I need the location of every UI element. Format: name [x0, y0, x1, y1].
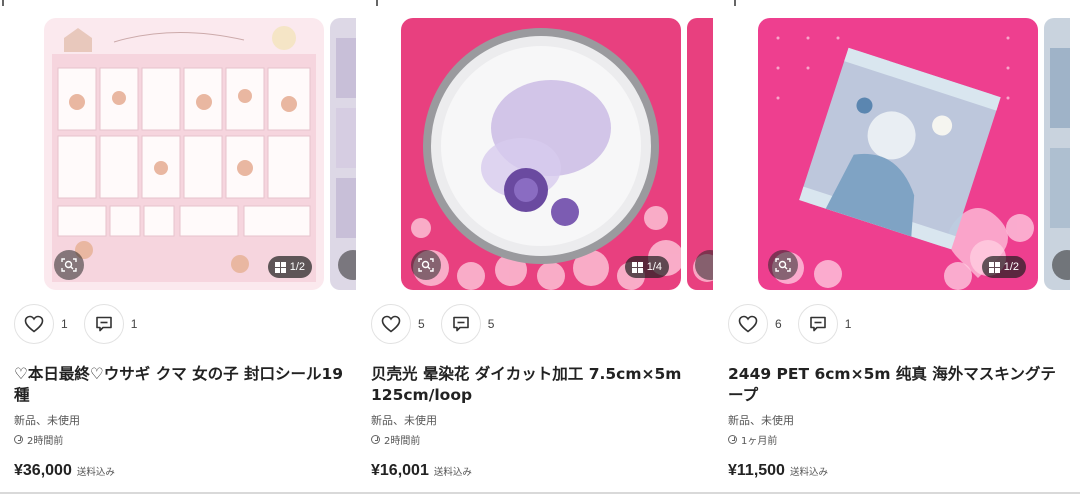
grid-icon: [988, 261, 1000, 273]
product-image[interactable]: 1/4: [401, 18, 681, 290]
image-search-button[interactable]: [768, 250, 798, 280]
image-search-icon: [418, 258, 434, 272]
shipping-note: 送料込み: [433, 467, 472, 478]
price: ¥16,001: [371, 462, 429, 479]
item-condition: 新品、未使用: [14, 414, 80, 427]
sticker-sheet-image: [44, 18, 324, 290]
posted-time: 1ヶ月前: [728, 432, 777, 447]
clock-icon: [728, 435, 737, 444]
image-search-button[interactable]: [411, 250, 441, 280]
engagement-bar: 1 1: [14, 304, 153, 344]
like-count: 1: [61, 317, 68, 331]
price: ¥36,000: [14, 462, 72, 479]
posted-time: 2時間前: [371, 432, 420, 447]
listing-title[interactable]: 贝壳光 晕染花 ダイカット加工 7.5cm×5m 125cm/loop: [371, 364, 701, 406]
like-count: 5: [418, 317, 425, 331]
next-image-preview[interactable]: [330, 18, 356, 290]
heart-icon: [381, 315, 401, 333]
next-image-preview[interactable]: [1044, 18, 1070, 290]
image-gallery[interactable]: 1/2: [44, 18, 356, 290]
like-button[interactable]: [14, 304, 54, 344]
image-search-button[interactable]: [54, 250, 84, 280]
clock-icon: [14, 435, 23, 444]
price: ¥11,500: [728, 462, 785, 479]
item-condition: 新品、未使用: [371, 414, 437, 427]
image-gallery[interactable]: 1/2: [758, 18, 1070, 290]
heart-icon: [24, 315, 44, 333]
masking-tape-image: [758, 18, 1038, 290]
shipping-note: 送料込み: [76, 467, 115, 478]
like-button[interactable]: [371, 304, 411, 344]
image-search-icon: [775, 258, 791, 272]
comment-count: 1: [844, 317, 852, 331]
comment-button[interactable]: [797, 304, 838, 344]
posted-time: 2時間前: [14, 432, 63, 447]
divider-tick: [376, 0, 378, 6]
comment-icon: [95, 316, 112, 332]
shipping-note: 送料込み: [789, 467, 828, 478]
listing-title[interactable]: ♡本日最終♡ウサギ クマ 女の子 封口シール19種: [14, 364, 344, 406]
clock-icon: [371, 435, 380, 444]
divider-tick: [2, 0, 4, 6]
comment-button[interactable]: [83, 304, 124, 344]
tape-roll-image: [401, 18, 681, 290]
divider-tick: [734, 0, 736, 6]
listing-card[interactable]: 1/2 6 1 2449 PET 6cm×5m 纯真 海外マスキングテープ 新品…: [714, 0, 1070, 494]
grid-icon: [631, 261, 643, 273]
engagement-bar: 6 1: [728, 304, 867, 344]
engagement-bar: 5 5: [371, 304, 510, 344]
listing-card[interactable]: 1/2 1 1 ♡本日最終♡ウサギ クマ 女の子 封口シール19種 新品、未使用…: [0, 0, 356, 494]
comment-count: 1: [130, 317, 138, 331]
heart-icon: [738, 315, 758, 333]
comment-icon: [809, 316, 826, 332]
product-image[interactable]: 1/2: [758, 18, 1038, 290]
price-row: ¥11,500 送料込み: [728, 462, 828, 480]
item-condition: 新品、未使用: [728, 414, 794, 427]
like-count: 6: [775, 317, 782, 331]
comment-count: 5: [487, 317, 495, 331]
like-button[interactable]: [728, 304, 768, 344]
grid-icon: [274, 261, 286, 273]
price-row: ¥36,000 送料込み: [14, 462, 115, 480]
product-image[interactable]: 1/2: [44, 18, 324, 290]
comment-button[interactable]: [440, 304, 481, 344]
image-gallery[interactable]: 1/4: [401, 18, 713, 290]
listing-card[interactable]: 1/4 5 5 贝壳光 晕染花 ダイカット加工 7.5cm×5m 125cm/l…: [357, 0, 713, 494]
image-counter: 1/4: [624, 256, 669, 278]
listing-title[interactable]: 2449 PET 6cm×5m 纯真 海外マスキングテープ: [728, 364, 1058, 406]
comment-icon: [452, 316, 469, 332]
price-row: ¥16,001 送料込み: [371, 462, 472, 480]
next-image-preview[interactable]: [687, 18, 713, 290]
image-counter: 1/2: [267, 256, 312, 278]
image-counter: 1/2: [981, 256, 1026, 278]
image-search-icon: [61, 258, 77, 272]
